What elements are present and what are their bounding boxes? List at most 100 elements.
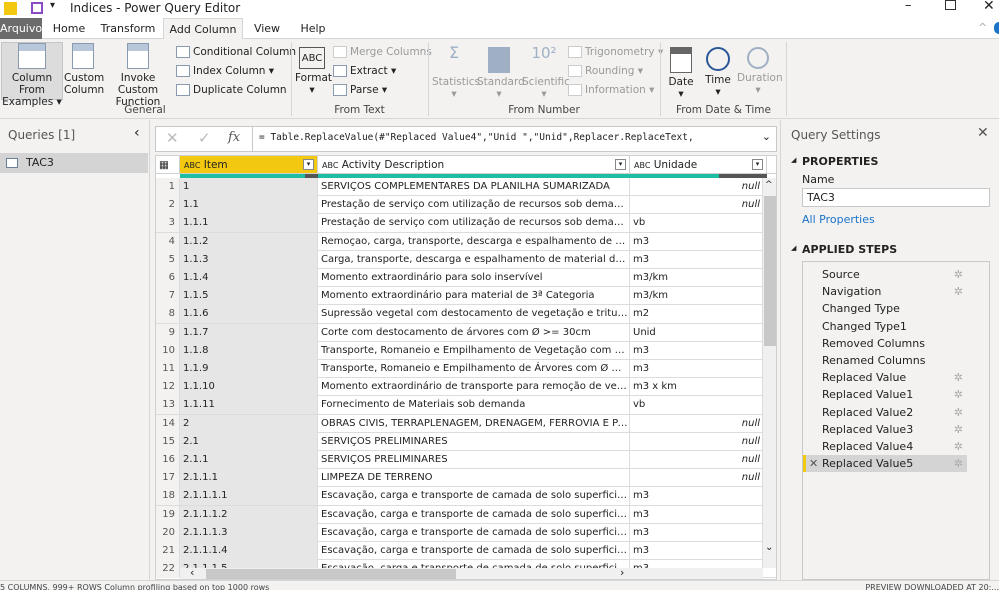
merge-columns-button[interactable]: Merge Columns [333, 43, 432, 61]
column-header-unidade[interactable]: ABC Unidade ▾ [630, 156, 767, 174]
filter-dropdown-icon[interactable]: ▾ [615, 159, 626, 170]
trigonometry-button[interactable]: Trigonometry ▾ [568, 43, 663, 61]
cell-unidade[interactable]: m3 [630, 523, 763, 542]
tab-home[interactable]: Home [48, 18, 90, 39]
cell-activity-description[interactable]: Momento extraordinário de transporte par… [318, 378, 630, 397]
applied-step[interactable]: Navigation ✲ [803, 283, 967, 300]
query-name-input[interactable]: TAC3 [802, 188, 990, 207]
applied-step[interactable]: Replaced Value4 ✲ [803, 438, 967, 455]
cell-activity-description[interactable]: Prestação de serviço com utilização de r… [318, 196, 630, 215]
cell-unidade[interactable]: m3 [630, 505, 763, 524]
cell-item[interactable]: 1.1 [180, 196, 318, 215]
cell-unidade[interactable]: vb [630, 396, 763, 415]
step-settings-gear-icon[interactable]: ✲ [954, 386, 963, 403]
cell-unidade[interactable]: m3 [630, 542, 763, 560]
vertical-scrollbar[interactable]: ^ ⌄ [763, 178, 776, 568]
cell-activity-description[interactable]: Escavação, carga e transporte de camada … [318, 487, 630, 506]
filter-dropdown-icon[interactable]: ▾ [303, 159, 314, 170]
cell-activity-description[interactable]: Escavação, carga e transporte de camada … [318, 542, 630, 560]
cell-item[interactable]: 2.1.1.1.4 [180, 542, 318, 560]
cell-activity-description[interactable]: Supressão vegetal com destocamento de ve… [318, 305, 630, 324]
applied-step[interactable]: Removed Columns [803, 335, 967, 352]
applied-step[interactable]: Replaced Value2 ✲ [803, 404, 967, 421]
cell-unidade[interactable]: null [630, 469, 763, 488]
cell-item[interactable]: 2.1.1.1 [180, 469, 318, 488]
cell-unidade[interactable]: vb [630, 214, 763, 233]
cell-item[interactable]: 1.1.8 [180, 341, 318, 360]
cell-item[interactable]: 2.1.1.1.1 [180, 487, 318, 506]
duplicate-column-button[interactable]: Duplicate Column [176, 81, 287, 99]
step-settings-gear-icon[interactable]: ✲ [954, 455, 963, 472]
cell-item[interactable]: 1.1.9 [180, 360, 318, 378]
cell-unidade[interactable]: m3 [630, 487, 763, 506]
cell-item[interactable]: 2.1.1 [180, 451, 318, 469]
column-header-partial[interactable] [767, 156, 776, 174]
tab-view[interactable]: View [250, 18, 284, 39]
help-icon[interactable] [994, 22, 999, 34]
cell-unidade[interactable]: m3 x km [630, 378, 763, 397]
filter-dropdown-icon[interactable]: ▾ [752, 159, 763, 170]
cell-unidade[interactable]: null [630, 432, 763, 451]
invoke-custom-function-button[interactable]: Invoke Custom Function [103, 43, 173, 108]
formula-input[interactable]: = Table.ReplaceValue(#"Replaced Value4",… [252, 127, 777, 151]
text-type-icon[interactable]: ABC [634, 161, 650, 170]
collapse-ribbon-icon[interactable]: ^ [978, 21, 987, 34]
cell-activity-description[interactable]: Escavação, carga e transporte de camada … [318, 523, 630, 542]
horizontal-scrollbar[interactable]: ‹ › [180, 566, 763, 579]
applied-step[interactable]: Renamed Columns [803, 352, 967, 369]
maximize-icon[interactable] [945, 0, 956, 10]
step-settings-gear-icon[interactable]: ✲ [954, 404, 963, 421]
tab-add-column[interactable]: Add Column [163, 18, 243, 40]
query-item-tac3[interactable]: TAC3 [0, 153, 148, 173]
text-type-icon[interactable]: ABC [322, 161, 338, 170]
column-header-activity-description[interactable]: ABC Activity Description ▾ [318, 156, 630, 174]
all-properties-link[interactable]: All Properties [802, 213, 875, 226]
statistics-button[interactable]: Σ Statistics ▾ [432, 45, 480, 101]
extract-button[interactable]: Extract ▾ [333, 62, 396, 80]
applied-step[interactable]: ✕ Replaced Value5 ✲ [803, 455, 967, 473]
scroll-up-icon[interactable]: ^ [765, 180, 773, 190]
cell-item[interactable]: 1.1.10 [180, 378, 318, 397]
cell-activity-description[interactable]: Transporte, Romaneio e Empilhamento de V… [318, 341, 630, 360]
cell-item[interactable]: 1.1.4 [180, 269, 318, 287]
information-button[interactable]: Information ▾ [568, 81, 654, 99]
time-button[interactable]: Time ▾ [702, 47, 734, 98]
cell-item[interactable]: 1 [180, 178, 318, 196]
cell-unidade[interactable]: m3 [630, 341, 763, 360]
step-settings-gear-icon[interactable]: ✲ [954, 438, 963, 455]
duration-button[interactable]: Duration ▾ [737, 47, 783, 96]
scroll-left-icon[interactable]: ‹ [190, 566, 194, 579]
vertical-scroll-thumb[interactable] [764, 196, 776, 346]
cell-item[interactable]: 2.1.1.1.3 [180, 523, 318, 542]
parse-button[interactable]: Parse ▾ [333, 81, 387, 99]
delete-step-icon[interactable]: ✕ [809, 455, 818, 472]
table-menu-icon[interactable]: ▦ [156, 156, 180, 174]
cell-item[interactable]: 2.1 [180, 432, 318, 451]
cell-activity-description[interactable]: Transporte, Romaneio e Empilhamento de Á… [318, 360, 630, 378]
commit-formula-icon[interactable]: ✓ [198, 129, 211, 147]
scroll-down-icon[interactable]: ⌄ [765, 542, 773, 553]
cell-unidade[interactable]: m3 [630, 232, 763, 251]
tab-help[interactable]: Help [296, 18, 330, 39]
cell-unidade[interactable]: m3/km [630, 269, 763, 287]
collapse-queries-icon[interactable]: ‹ [134, 125, 140, 141]
cell-item[interactable]: 1.1.5 [180, 287, 318, 306]
cell-unidade[interactable]: Unid [630, 323, 763, 342]
cell-item[interactable]: 1.1.11 [180, 396, 318, 415]
rounding-button[interactable]: Rounding ▾ [568, 62, 643, 80]
cell-item[interactable]: 2 [180, 414, 318, 433]
cell-activity-description[interactable]: Corte com destocamento de árvores com Ø … [318, 323, 630, 342]
cell-unidade[interactable]: null [630, 451, 763, 469]
cell-activity-description[interactable]: Fornecimento de Materiais sob demanda [318, 396, 630, 415]
cell-unidade[interactable]: null [630, 414, 763, 433]
cancel-formula-icon[interactable]: ✕ [166, 129, 179, 147]
cell-item[interactable]: 1.1.2 [180, 232, 318, 251]
tab-arquivo[interactable]: Arquivo [0, 18, 42, 39]
applied-step[interactable]: Changed Type [803, 300, 967, 317]
text-type-icon[interactable]: ABC [184, 161, 200, 170]
cell-activity-description[interactable]: SERVIÇOS PRELIMINARES [318, 432, 630, 451]
step-settings-gear-icon[interactable]: ✲ [954, 266, 963, 283]
scientific-button[interactable]: 10² Scientific ▾ [522, 46, 570, 101]
format-button[interactable]: ABC Format ▾ [295, 47, 332, 96]
column-from-examples-button[interactable]: Column From Examples ▾ [1, 42, 63, 108]
